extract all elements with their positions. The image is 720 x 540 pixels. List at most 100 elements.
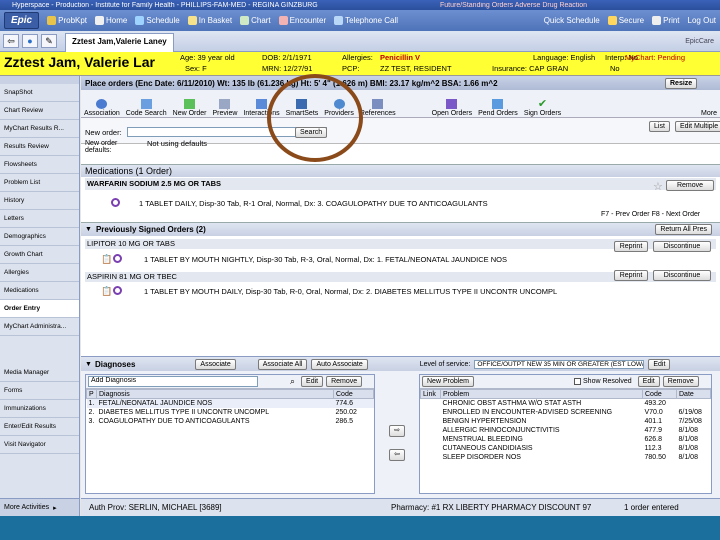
new-order-button[interactable]: New Order	[170, 91, 210, 117]
tab-patient[interactable]: Zztest Jam,Valerie Laney	[65, 32, 174, 52]
nav-item-allergies[interactable]: Allergies	[0, 264, 79, 282]
problem-row[interactable]: ALLERGIC RHINOCONJUNCTIVITIS 477.9 8/1/08	[421, 426, 711, 435]
nav-item-immunizations[interactable]: Immunizations	[0, 400, 79, 418]
allergies-value[interactable]: Penicillin V	[380, 53, 420, 62]
code-search-button[interactable]: Code Search	[123, 91, 170, 117]
problem-link-cell[interactable]	[421, 444, 441, 453]
problem-link-cell[interactable]	[421, 399, 441, 408]
nav-item-problem-list[interactable]: Problem List	[0, 174, 79, 192]
diagnosis-row[interactable]: 2. DIABETES MELLITUS TYPE II UNCONTR UNCO…	[87, 408, 374, 417]
nav-item-demographics[interactable]: Demographics	[0, 228, 79, 246]
nav-item-history[interactable]: History	[0, 192, 79, 210]
menu-item-in-basket[interactable]: In Basket	[184, 16, 236, 25]
show-resolved-checkbox[interactable]	[574, 378, 582, 385]
col-date[interactable]: Date	[676, 389, 711, 399]
resize-button[interactable]: Resize	[665, 77, 698, 89]
title-right-links[interactable]: Future/Standing Orders Adverse Drug Reac…	[440, 2, 587, 9]
order-link-icon[interactable]	[111, 197, 120, 207]
col-link[interactable]: Link	[420, 389, 441, 399]
nav-item-enter-edit-results[interactable]: Enter/Edit Results	[0, 418, 79, 436]
prev2-reprint-button[interactable]: Reprint	[614, 270, 648, 281]
more-button[interactable]: More	[698, 91, 720, 117]
menu-item-home[interactable]: Home	[91, 16, 131, 25]
nav-item-letters[interactable]: Letters	[0, 210, 79, 228]
col-diagnosis[interactable]: Diagnosis	[96, 389, 334, 399]
prev1-link-icon[interactable]	[113, 254, 122, 263]
return-all-button[interactable]: Return All Pres	[655, 224, 712, 235]
favorite-star-icon[interactable]: ☆	[653, 180, 663, 193]
add-diagnosis-input[interactable]: Add Diagnosis	[88, 376, 258, 387]
nav-item-forms[interactable]: Forms	[0, 382, 79, 400]
problem-link-cell[interactable]	[421, 408, 441, 417]
nav-item-mychart-administra[interactable]: MyChart Administra...	[0, 318, 79, 336]
menu-item-print[interactable]: Print	[648, 16, 683, 25]
problem-row[interactable]: BENIGN HYPERTENSION 401.1 7/25/08	[421, 417, 711, 426]
nav-item-order-entry[interactable]: Order Entry	[0, 300, 79, 318]
col-code[interactable]: Code	[333, 389, 374, 399]
nav-item-snapshot[interactable]: SnapShot	[0, 84, 79, 102]
level-edit-button[interactable]: Edit	[648, 358, 671, 370]
problem-row[interactable]: SLEEP DISORDER NOS 780.50 8/1/08	[421, 453, 711, 462]
diagnosis-search-icon[interactable]: ⌕	[290, 376, 295, 387]
prev2-clipboard-icon[interactable]: 📋	[101, 286, 112, 297]
back-icon[interactable]: ⇦	[3, 34, 19, 48]
prev2-discontinue-button[interactable]: Discontinue	[653, 270, 711, 281]
prev2-link-icon[interactable]	[113, 286, 122, 295]
auto-associate-button[interactable]: Auto Associate	[311, 358, 368, 370]
nav-item-results-review[interactable]: Results Review	[0, 138, 79, 156]
menu-item-encounter[interactable]: Encounter	[275, 16, 330, 25]
menu-item-secure[interactable]: Secure	[604, 16, 648, 25]
col-p[interactable]: P	[86, 389, 97, 399]
problem-remove-button[interactable]: Remove	[662, 376, 699, 387]
problem-row[interactable]: CHRONIC OBST ASTHMA W/O STAT ASTH 493.20	[421, 399, 711, 408]
globe-icon[interactable]: ●	[22, 34, 38, 48]
med1-title[interactable]: WARFARIN SODIUM 2.5 MG OR TABS	[85, 178, 716, 190]
preview-button[interactable]: Preview	[210, 91, 241, 117]
nav-item-mychart-results-r[interactable]: MyChart Results R...	[0, 120, 79, 138]
edit-icon[interactable]: ✎	[41, 34, 57, 48]
new-problem-button[interactable]: New Problem	[422, 376, 475, 387]
diagnosis-row[interactable]: 3. COAGULOPATHY DUE TO ANTICOAGULANTS 286.…	[87, 417, 374, 426]
diagnoses-collapse-icon[interactable]: ▼	[81, 361, 92, 368]
associate-button[interactable]: Associate	[195, 358, 236, 370]
problem-row[interactable]: CUTANEOUS CANDIDIASIS 112.3 8/1/08	[421, 444, 711, 453]
prev1-discontinue-button[interactable]: Discontinue	[653, 241, 711, 252]
diagnosis-edit-button[interactable]: Edit	[301, 376, 324, 387]
move-left-arrow-icon[interactable]: ⇦	[389, 449, 405, 461]
diagnosis-row[interactable]: 1. FETAL/NEONATAL JAUNDICE NOS 774.6	[86, 398, 374, 408]
associate-all-button[interactable]: Associate All	[257, 358, 308, 370]
menu-item-quick-schedule[interactable]: Quick Schedule	[540, 16, 604, 25]
diagnosis-remove-button[interactable]: Remove	[326, 376, 363, 387]
nav-item-growth-chart[interactable]: Growth Chart	[0, 246, 79, 264]
list-button[interactable]: List	[649, 121, 670, 132]
nav-item-chart-review[interactable]: Chart Review	[0, 102, 79, 120]
remove-order-button[interactable]: Remove	[666, 180, 714, 191]
pharmacy[interactable]: Pharmacy: #1 RX LIBERTY PHARMACY DISCOUN…	[391, 503, 616, 512]
level-of-service-field[interactable]: OFFICE/OUTPT NEW 35 MIN OR GREATER (EST …	[474, 359, 645, 369]
nav-item-media-manager[interactable]: Media Manager	[0, 364, 79, 382]
problem-link-cell[interactable]	[421, 417, 441, 426]
prev1-reprint-button[interactable]: Reprint	[614, 241, 648, 252]
problem-row[interactable]: MENSTRUAL BLEEDING 626.8 8/1/08	[421, 435, 711, 444]
nav-item-visit-navigator[interactable]: Visit Navigator	[0, 436, 79, 454]
prev1-clipboard-icon[interactable]: 📋	[101, 254, 112, 265]
col-problem[interactable]: Problem	[440, 389, 643, 399]
association-button[interactable]: Association	[81, 91, 123, 117]
collapse-icon[interactable]: ▼	[81, 226, 92, 233]
epic-menu-button[interactable]: Epic	[4, 12, 40, 29]
sign-orders-button[interactable]: ✔ Sign Orders	[521, 91, 564, 117]
more-activities-button[interactable]: More Activities ▸	[0, 498, 80, 516]
previously-signed-header[interactable]: ▼ Previously Signed Orders (2) Return Al…	[81, 222, 720, 236]
menu-item-telephone-call[interactable]: Telephone Call	[330, 16, 402, 25]
menu-item-log-out[interactable]: Log Out	[684, 16, 720, 25]
menu-item-chart[interactable]: Chart	[236, 16, 275, 25]
menu-item-probkpt[interactable]: ProbKpt	[43, 16, 91, 25]
problem-link-cell[interactable]	[421, 453, 441, 462]
edit-multiple-button[interactable]: Edit Multiple	[675, 121, 720, 132]
move-right-arrow-icon[interactable]: ⇨	[389, 425, 405, 437]
problem-edit-button[interactable]: Edit	[637, 376, 660, 387]
nav-item-flowsheets[interactable]: Flowsheets	[0, 156, 79, 174]
problem-link-cell[interactable]	[421, 435, 441, 444]
nav-item-medications[interactable]: Medications	[0, 282, 79, 300]
col-problem-code[interactable]: Code	[642, 389, 677, 399]
